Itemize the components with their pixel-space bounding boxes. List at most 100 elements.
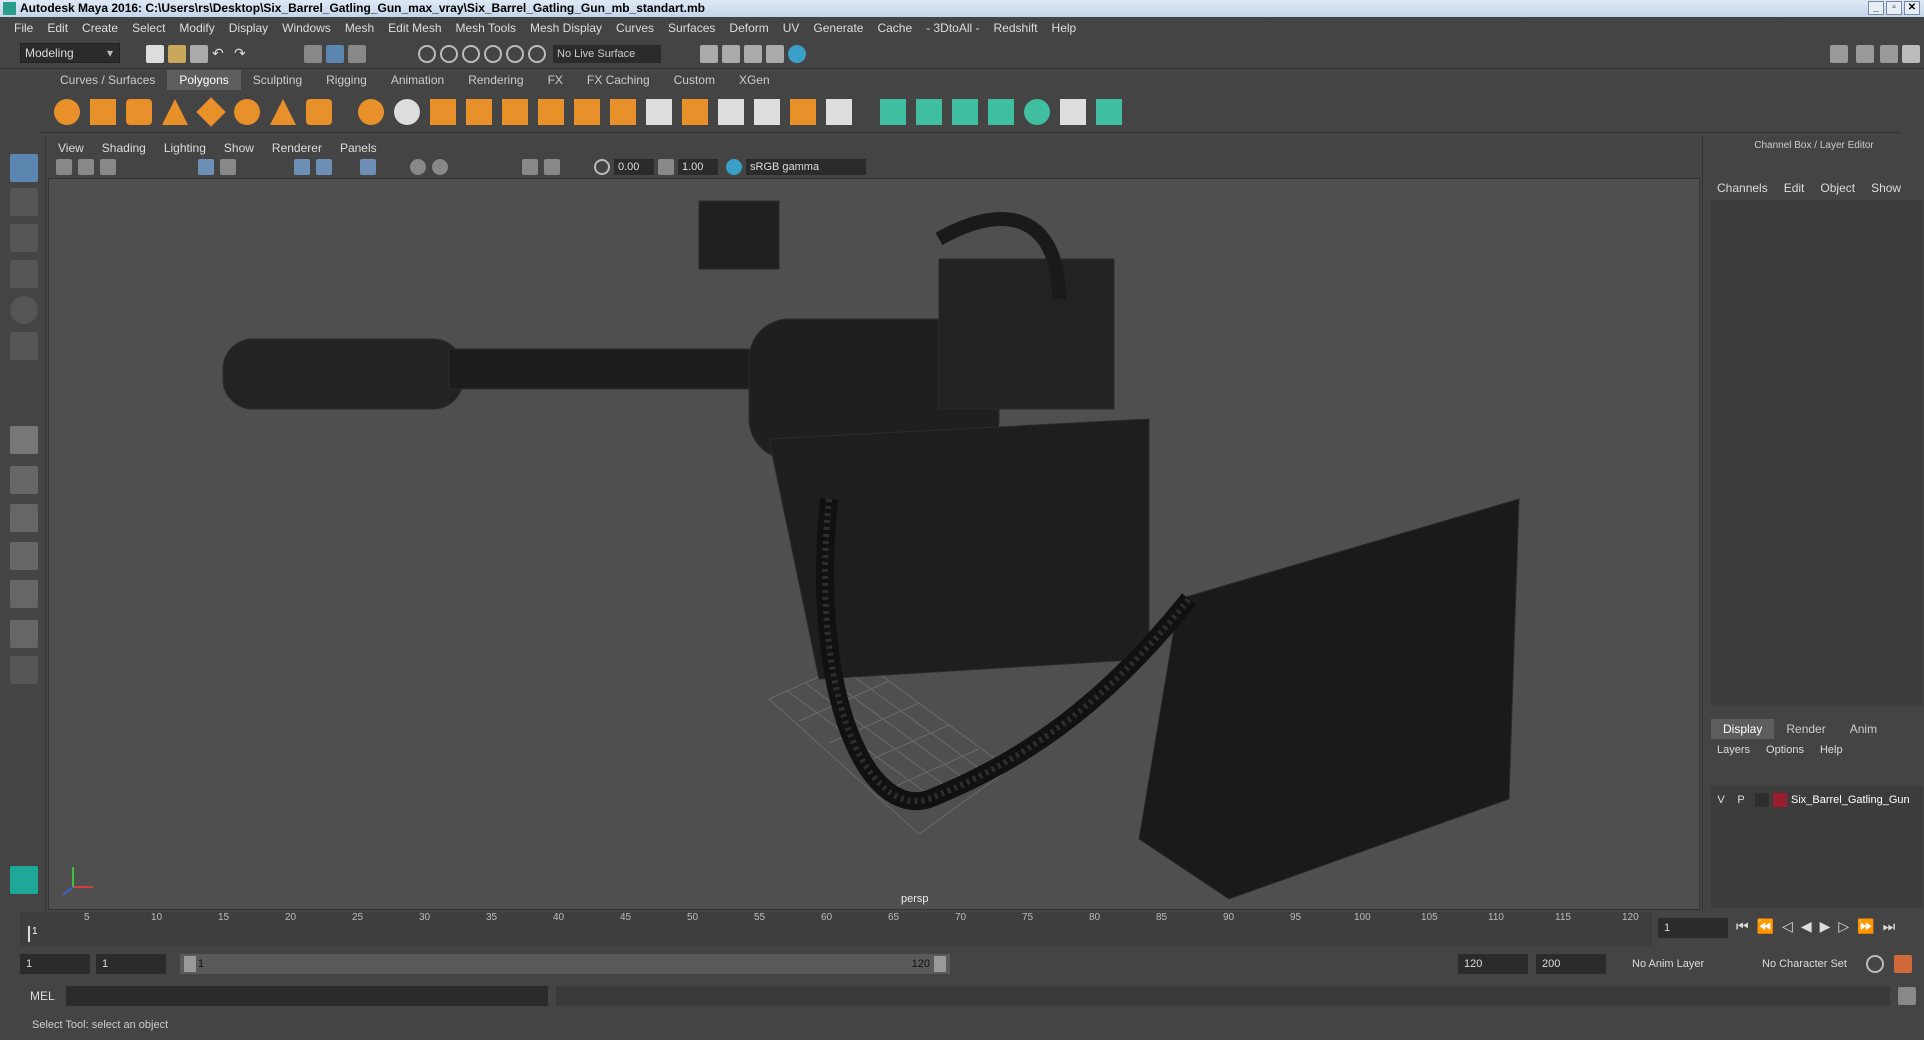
tab-render[interactable]: Render	[1774, 719, 1837, 739]
hypershade-layout-icon[interactable]	[10, 620, 38, 648]
menu-display[interactable]: Display	[229, 21, 268, 35]
range-end-handle[interactable]	[934, 956, 946, 972]
character-set-select[interactable]: No Character Set	[1756, 954, 1880, 974]
layer-menu-layers[interactable]: Layers	[1717, 744, 1750, 756]
cb-menu-channels[interactable]: Channels	[1717, 181, 1768, 195]
go-to-start-icon[interactable]: ⏮	[1736, 918, 1749, 935]
cb-menu-edit[interactable]: Edit	[1784, 181, 1805, 195]
exposure-icon[interactable]	[594, 159, 610, 175]
extrude-icon[interactable]	[574, 99, 600, 125]
tool-settings-icon[interactable]	[1880, 45, 1898, 63]
render-view-icon[interactable]	[700, 45, 718, 63]
menu-file[interactable]: File	[14, 21, 33, 35]
poly-plane-icon[interactable]	[196, 97, 226, 127]
exposure-field[interactable]: 0.00	[614, 159, 654, 175]
four-view-layout-icon[interactable]	[10, 466, 38, 494]
menu-select[interactable]: Select	[132, 21, 165, 35]
panel-menu-shading[interactable]: Shading	[102, 141, 146, 155]
menu-surfaces[interactable]: Surfaces	[668, 21, 715, 35]
move-tool-icon[interactable]	[10, 260, 38, 288]
bridge-icon[interactable]	[610, 99, 636, 125]
menu-modify[interactable]: Modify	[179, 21, 214, 35]
render-settings-icon[interactable]	[766, 45, 784, 63]
target-weld-icon[interactable]	[754, 99, 780, 125]
shelf-tab-polygons[interactable]: Polygons	[167, 70, 241, 90]
panel-menu-view[interactable]: View	[58, 141, 84, 155]
animation-preferences-icon[interactable]	[1894, 955, 1912, 973]
wireframe-icon[interactable]	[294, 159, 310, 175]
auto-key-icon[interactable]	[1866, 955, 1884, 973]
menu-uv[interactable]: UV	[783, 21, 800, 35]
playback-start-field[interactable]: 1	[96, 954, 166, 974]
shelf-tab-rigging[interactable]: Rigging	[314, 70, 379, 90]
tab-anim[interactable]: Anim	[1838, 719, 1889, 739]
mel-label[interactable]: MEL	[30, 989, 55, 1003]
layer-menu-options[interactable]: Options	[1766, 744, 1804, 756]
grid-icon[interactable]	[198, 159, 214, 175]
shelf-tab-sculpting[interactable]: Sculpting	[241, 70, 314, 90]
menu-edit[interactable]: Edit	[47, 21, 68, 35]
range-slider[interactable]: 1 120	[180, 954, 950, 974]
snap-view-icon[interactable]	[484, 45, 502, 63]
step-back-key-icon[interactable]: ⏪	[1757, 918, 1774, 935]
restore-button[interactable]: ▫	[1886, 1, 1902, 15]
mirror-icon[interactable]	[538, 99, 564, 125]
shadows-icon[interactable]	[432, 159, 448, 175]
channel-box-area[interactable]	[1711, 200, 1923, 706]
open-scene-icon[interactable]	[168, 45, 186, 63]
animation-start-field[interactable]: 1	[20, 954, 90, 974]
minimize-button[interactable]: _	[1868, 1, 1884, 15]
new-scene-icon[interactable]	[146, 45, 164, 63]
poly-torus-icon[interactable]	[234, 99, 260, 125]
poly-cube-icon[interactable]	[90, 99, 116, 125]
poly-sphere-icon[interactable]	[54, 99, 80, 125]
planar-uv-icon[interactable]	[880, 99, 906, 125]
render-current-icon[interactable]	[722, 45, 740, 63]
rotate-tool-icon[interactable]	[10, 296, 38, 324]
film-gate-icon[interactable]	[220, 159, 236, 175]
current-frame-field[interactable]: 1	[1658, 918, 1728, 938]
layer-playback-toggle[interactable]: P	[1731, 794, 1751, 806]
script-editor-icon[interactable]	[1898, 987, 1916, 1005]
bevel-icon[interactable]	[646, 99, 672, 125]
gamma-icon[interactable]	[658, 159, 674, 175]
live-surface-field[interactable]: No Live Surface	[553, 45, 661, 63]
shelf-tab-curves-surfaces[interactable]: Curves / Surfaces	[48, 70, 167, 90]
paint-select-icon[interactable]	[10, 224, 38, 252]
shelf-tab-xgen[interactable]: XGen	[727, 70, 782, 90]
layer-visibility-toggle[interactable]: V	[1711, 794, 1731, 806]
save-scene-icon[interactable]	[190, 45, 208, 63]
anim-layer-select[interactable]: No Anim Layer	[1626, 954, 1746, 974]
persp-graph-layout-icon[interactable]	[10, 504, 38, 532]
panel-menu-lighting[interactable]: Lighting	[164, 141, 206, 155]
play-backward-icon[interactable]: ◀	[1801, 918, 1812, 935]
menu-mesh[interactable]: Mesh	[345, 21, 374, 35]
xray-icon[interactable]	[544, 159, 560, 175]
step-back-frame-icon[interactable]: ◁	[1782, 918, 1793, 935]
lasso-tool-icon[interactable]	[10, 188, 38, 216]
snap-grid-icon[interactable]	[418, 45, 436, 63]
time-slider[interactable]: 1 5 10 15 20 25 30 35 40 45 50 55 60 65 …	[20, 912, 1652, 946]
menu-curves[interactable]: Curves	[616, 21, 654, 35]
step-forward-key-icon[interactable]: ⏩	[1857, 918, 1874, 935]
menu-mesh-tools[interactable]: Mesh Tools	[456, 21, 516, 35]
camera-attributes-icon[interactable]	[78, 159, 94, 175]
menu-redshift[interactable]: Redshift	[994, 21, 1038, 35]
step-forward-frame-icon[interactable]: ▷	[1838, 918, 1849, 935]
smooth-shade-icon[interactable]	[316, 159, 332, 175]
textured-icon[interactable]	[360, 159, 376, 175]
automatic-uv-icon[interactable]	[988, 99, 1014, 125]
combine-icon[interactable]	[358, 99, 384, 125]
uv-editor-icon[interactable]	[1024, 99, 1050, 125]
select-tool-icon[interactable]	[10, 154, 38, 182]
checker-icon[interactable]	[1060, 99, 1086, 125]
panel-menu-renderer[interactable]: Renderer	[272, 141, 322, 155]
range-start-handle[interactable]	[184, 956, 196, 972]
poly-cone-icon[interactable]	[162, 99, 188, 125]
menu-deform[interactable]: Deform	[729, 21, 768, 35]
hypershade-icon[interactable]	[788, 45, 806, 63]
color-space-select[interactable]: sRGB gamma	[746, 159, 866, 175]
select-hierarchy-icon[interactable]	[304, 45, 322, 63]
single-perspective-layout-icon[interactable]	[10, 426, 38, 454]
snap-surface-icon[interactable]	[506, 45, 524, 63]
